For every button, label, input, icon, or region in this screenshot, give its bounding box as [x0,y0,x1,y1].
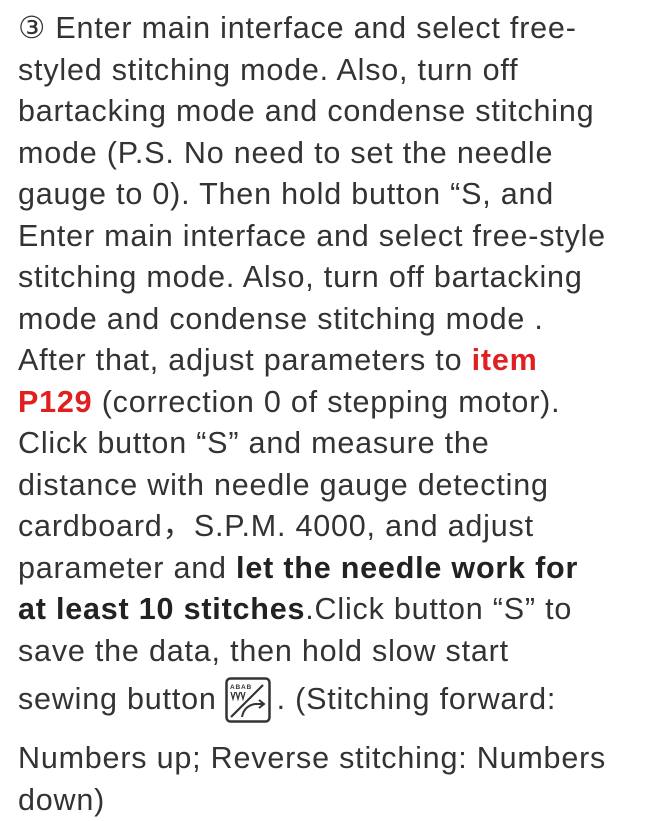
slow-start-icon-label: ABAB [230,684,252,691]
parameter-code-highlight: P129 [18,385,92,419]
text-line-7: stitching mode. Also, turn off bartackin… [18,257,666,299]
text-line-3: bartacking mode and condense stitching [18,91,666,133]
text-line-19: down) [18,780,666,821]
text-line-9: After that, adjust parameters to item [18,340,666,382]
text-line-14: parameter and let the needle work for [18,548,666,590]
bold-instruction-1: let the needle work for [236,551,578,585]
text-line-17: sewing button ABAB . (Stitching forward: [18,668,666,732]
instruction-text: ③ Enter main interface and select free- … [18,8,666,821]
slow-start-sewing-button-icon: ABAB [225,677,271,723]
text-line-17-after: . (Stitching forward: [277,679,557,721]
bold-instruction-2: at least 10 stitches [18,592,305,626]
text-line-16: save the data, then hold slow start [18,631,666,673]
text-line-1: ③ Enter main interface and select free- [18,8,666,50]
text-line-5: gauge to 0). Then hold button “S, and [18,174,666,216]
text-line-17-before: sewing button [18,679,217,721]
text-line-15: at least 10 stitches.Click button “S” to [18,589,666,631]
text-line-10-rest: (correction 0 of stepping motor). [92,385,560,419]
text-line-8: mode and condense stitching mode . [18,299,666,341]
text-line-12: distance with needle gauge detecting [18,465,666,507]
text-line-11: Click button “S” and measure the [18,423,666,465]
text-line-2: styled stitching mode. Also, turn off [18,50,666,92]
text-line-13: cardboard，S.P.M. 4000, and adjust [18,506,666,548]
text-line-6: Enter main interface and select free-sty… [18,216,666,258]
item-highlight: item [472,343,538,377]
text-line-9-plain: After that, adjust parameters to [18,343,472,377]
text-line-4: mode (P.S. No need to set the needle [18,133,666,175]
text-line-14-plain: parameter and [18,551,236,585]
text-line-10: P129 (correction 0 of stepping motor). [18,382,666,424]
text-line-18: Numbers up; Reverse stitching: Numbers [18,738,666,780]
text-line-15-rest: .Click button “S” to [305,592,572,626]
